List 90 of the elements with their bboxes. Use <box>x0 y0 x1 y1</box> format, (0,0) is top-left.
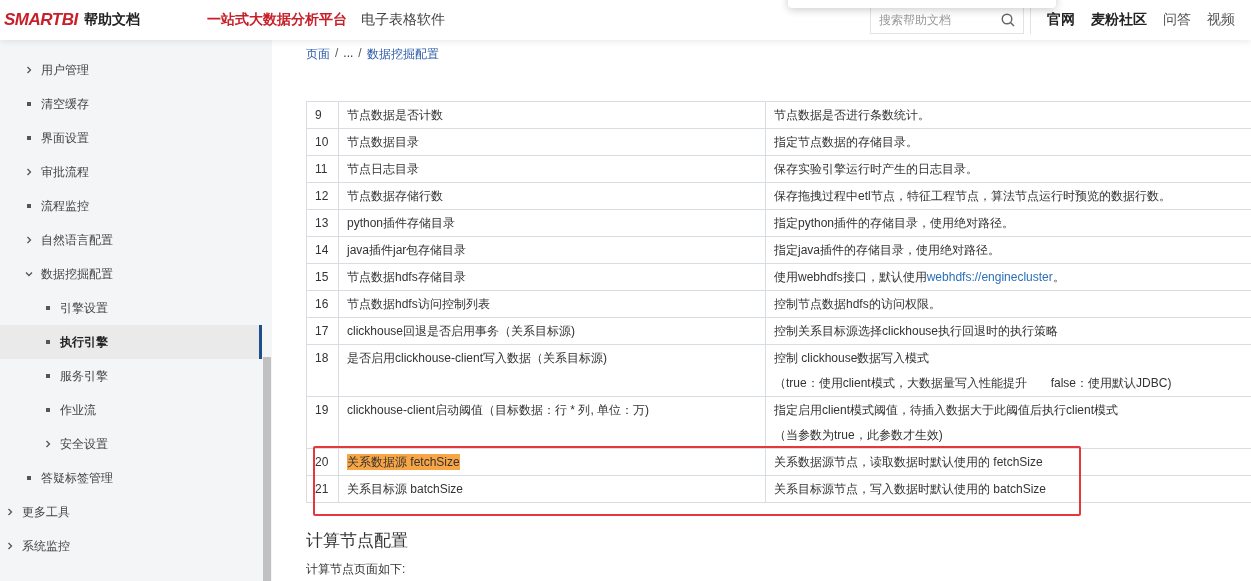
row-number: 14 <box>315 242 329 258</box>
parameter-description: 控制 clickhouse数据写入模式 <box>774 350 930 366</box>
row-number: 19 <box>315 402 329 418</box>
search-field[interactable]: 搜索帮助文档 <box>870 6 1024 34</box>
parameter-name: java插件jar包存储目录 <box>347 242 467 258</box>
parameter-name: 节点数据是否计数 <box>347 107 443 123</box>
breadcrumb-ellipsis[interactable]: ... <box>343 46 354 60</box>
sidebar-item[interactable]: 用户管理 <box>0 53 262 87</box>
sidebar-item[interactable]: 服务引擎 <box>0 359 262 393</box>
breadcrumb-link[interactable]: 数据挖掘配置 <box>366 46 439 63</box>
parameter-name: 关系目标源 batchSize <box>347 481 464 497</box>
header-link[interactable]: 视频 <box>1207 11 1235 29</box>
nav-link[interactable]: 一站式大数据分析平台 <box>206 11 347 29</box>
sidebar-item[interactable]: 审批流程 <box>0 155 262 189</box>
parameter-description: 节点数据是否进行条数统计。 <box>774 107 930 123</box>
header-link[interactable]: 麦粉社区 <box>1091 11 1147 29</box>
parameter-name: 节点数据hdfs存储目录 <box>347 269 466 285</box>
parameter-name: clickhouse回退是否启用事务（关系目标源) <box>347 323 576 339</box>
parameter-description: 指定启用client模式阈值，待插入数据大于此阈值后执行client模式 <box>774 402 1119 418</box>
sidebar-item[interactable]: 流程监控 <box>0 189 262 223</box>
sidebar-item[interactable]: 数据挖掘配置 <box>0 257 262 291</box>
header-link[interactable]: 问答 <box>1163 11 1191 29</box>
sidebar-item[interactable]: 系统监控 <box>0 529 262 563</box>
chevron-right-icon <box>44 440 52 448</box>
parameter-description: 关系数据源节点，读取数据时默认使用的 fetchSize <box>774 454 1043 470</box>
row-number: 18 <box>315 350 329 366</box>
sidebar-item[interactable]: 作业流 <box>0 393 262 427</box>
bullet-icon <box>46 408 50 412</box>
sidebar-item[interactable]: 安全设置 <box>0 427 262 461</box>
bullet-icon <box>27 204 31 208</box>
nav-link[interactable]: 电子表格软件 <box>360 11 445 29</box>
parameter-name: python插件存储目录 <box>347 215 456 231</box>
row-number: 9 <box>315 107 322 123</box>
parameter-description: （true：使用client模式，大数据量写入性能提升 false：使用默认JDBC) <box>774 375 1172 391</box>
breadcrumb-separator: / <box>335 46 339 60</box>
logo-subtitle: 帮助文档 <box>83 11 140 29</box>
chevron-right-icon <box>6 542 14 550</box>
bullet-icon <box>27 102 31 106</box>
bullet-icon <box>46 374 50 378</box>
section-heading: 计算节点配置 <box>306 530 409 552</box>
row-number: 15 <box>315 269 329 285</box>
row-number: 11 <box>315 161 328 177</box>
row-number: 17 <box>315 323 329 339</box>
sidebar-item[interactable]: 清空缓存 <box>0 87 262 121</box>
logo[interactable]: SMARTBI <box>4 10 78 30</box>
parameter-description: 保存实验引擎运行时产生的日志目录。 <box>774 161 978 177</box>
parameter-description: 控制关系目标源选择clickhouse执行回退时的执行策略 <box>774 323 1059 339</box>
bullet-icon <box>27 136 31 140</box>
header-link[interactable]: 官网 <box>1047 11 1075 29</box>
parameter-description: 指定节点数据的存储目录。 <box>774 134 918 150</box>
search-icon[interactable] <box>1001 13 1015 27</box>
chevron-down-icon <box>25 270 33 278</box>
parameter-name: 节点数据存储行数 <box>347 188 443 204</box>
bullet-icon <box>27 476 31 480</box>
parameter-description: 关系目标源节点，写入数据时默认使用的 batchSize <box>774 481 1047 497</box>
chevron-right-icon <box>25 168 33 176</box>
sidebar-item[interactable]: 界面设置 <box>0 121 262 155</box>
row-number: 20 <box>315 454 329 470</box>
parameter-name: 节点日志目录 <box>347 161 419 177</box>
parameter-description: 使用webhdfs接口，默认使用webhdfs://enginecluster。 <box>774 269 1065 285</box>
chevron-right-icon <box>6 508 14 516</box>
sidebar-item[interactable]: 更多工具 <box>0 495 262 529</box>
parameter-description: 指定python插件的存储目录，使用绝对路径。 <box>774 215 1015 231</box>
bullet-icon <box>46 306 50 310</box>
chevron-right-icon <box>25 236 33 244</box>
parameter-name: 关系数据源 fetchSize <box>347 454 460 470</box>
parameter-description: 控制节点数据hdfs的访问权限。 <box>774 296 941 312</box>
chevron-right-icon <box>25 66 33 74</box>
row-number: 12 <box>315 188 329 204</box>
sidebar-item[interactable]: 自然语言配置 <box>0 223 262 257</box>
link[interactable]: webhdfs://enginecluster <box>926 270 1053 284</box>
parameter-name: 是否启用clickhouse-client写入数据（关系目标源) <box>347 350 608 366</box>
row-number: 10 <box>315 134 329 150</box>
sidebar-item[interactable]: 执行引擎 <box>0 325 262 359</box>
row-number: 13 <box>315 215 329 231</box>
parameter-description: 保存拖拽过程中etl节点，特征工程节点，算法节点运行时预览的数据行数。 <box>774 188 1171 204</box>
row-number: 16 <box>315 296 329 312</box>
sidebar-item[interactable]: 答疑标签管理 <box>0 461 262 495</box>
section-text: 计算节点页面如下: <box>306 561 407 578</box>
parameter-description: 指定java插件的存储目录，使用绝对路径。 <box>774 242 1000 258</box>
sidebar-item[interactable]: 引擎设置 <box>0 291 262 325</box>
parameter-name: 节点数据hdfs访问控制列表 <box>347 296 490 312</box>
row-number: 21 <box>315 481 329 497</box>
bullet-icon <box>46 340 50 344</box>
parameter-name: 节点数据目录 <box>347 134 419 150</box>
breadcrumb-link[interactable]: 页面 <box>306 46 330 63</box>
parameter-name: clickhouse-client启动阈值（目标数据：行 * 列, 单位：万) <box>347 402 650 418</box>
breadcrumb-separator: / <box>358 46 362 60</box>
scrollbar[interactable] <box>262 40 272 581</box>
parameter-description: （当参数为true，此参数才生效) <box>774 427 943 443</box>
